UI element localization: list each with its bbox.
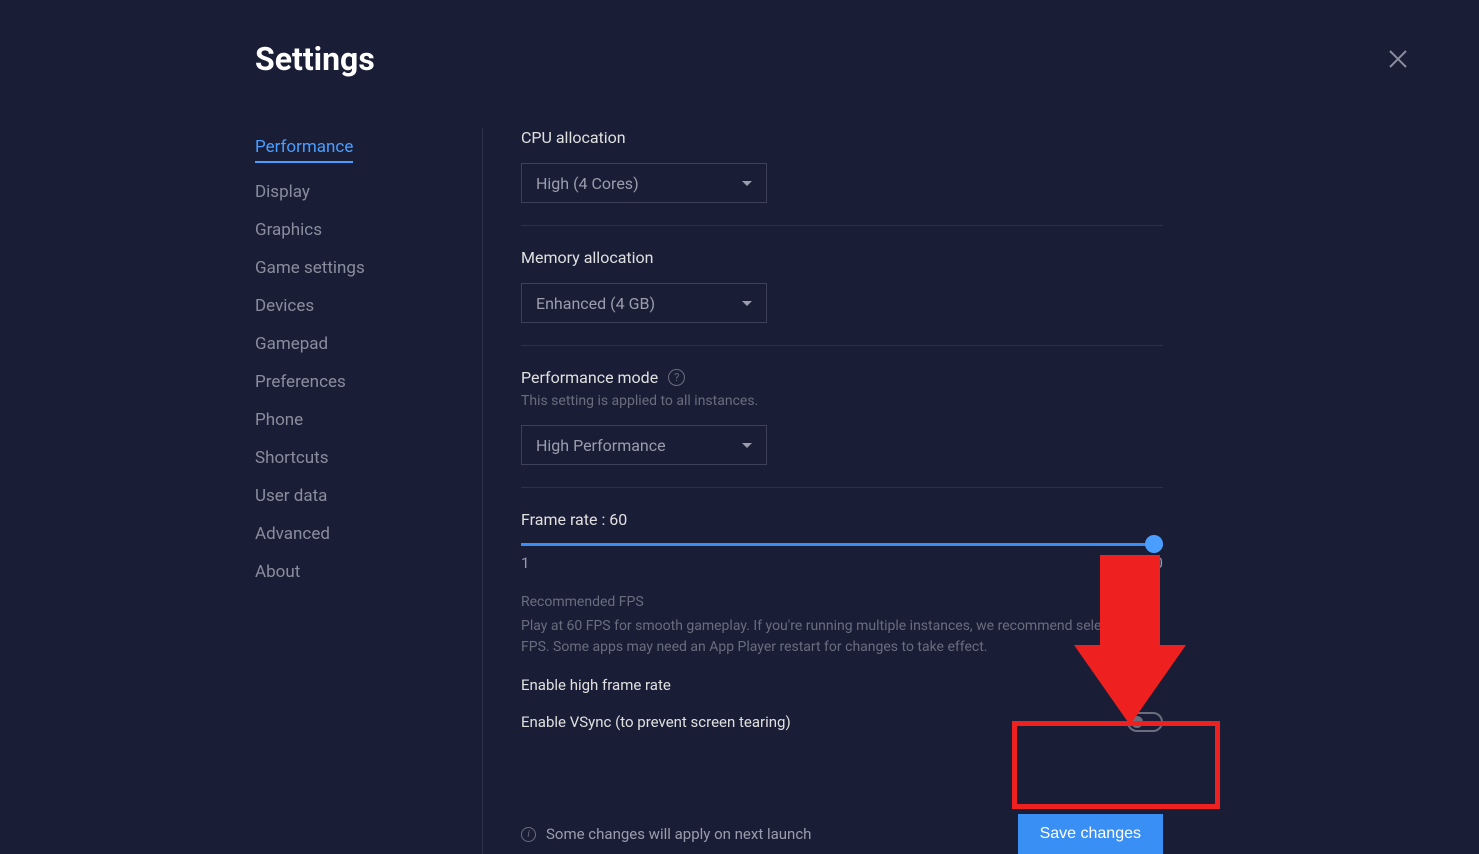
chevron-down-icon (742, 301, 752, 306)
performance-mode-value: High Performance (536, 436, 666, 455)
info-icon: i (521, 827, 536, 842)
sidebar-item-about[interactable]: About (255, 553, 452, 591)
main-content: CPU allocation High (4 Cores) Memory all… (483, 128, 1163, 854)
slider-min: 1 (521, 554, 529, 572)
slider-max: 60 (1146, 554, 1163, 572)
page-title: Settings (255, 40, 1224, 78)
cpu-allocation-label: CPU allocation (521, 128, 1163, 147)
sidebar-item-display[interactable]: Display (255, 173, 452, 211)
sidebar-item-shortcuts[interactable]: Shortcuts (255, 439, 452, 477)
chevron-down-icon (742, 443, 752, 448)
sidebar-item-preferences[interactable]: Preferences (255, 363, 452, 401)
performance-mode-label: Performance mode (521, 368, 658, 387)
sidebar-item-phone[interactable]: Phone (255, 401, 452, 439)
cpu-allocation-value: High (4 Cores) (536, 174, 639, 193)
help-icon[interactable]: ? (668, 369, 685, 386)
vsync-label: Enable VSync (to prevent screen tearing) (521, 713, 791, 731)
sidebar-item-performance[interactable]: Performance (255, 128, 353, 163)
cpu-allocation-dropdown[interactable]: High (4 Cores) (521, 163, 767, 203)
memory-allocation-value: Enhanced (4 GB) (536, 294, 655, 313)
footer-note-text: Some changes will apply on next launch (546, 825, 811, 843)
close-button[interactable] (1387, 48, 1409, 75)
frame-rate-slider[interactable] (521, 543, 1163, 546)
slider-thumb[interactable] (1145, 535, 1163, 553)
performance-mode-sublabel: This setting is applied to all instances… (521, 393, 1163, 409)
sidebar-item-devices[interactable]: Devices (255, 287, 452, 325)
sidebar-item-gamepad[interactable]: Gamepad (255, 325, 452, 363)
sidebar-item-advanced[interactable]: Advanced (255, 515, 452, 553)
sidebar: Performance Display Graphics Game settin… (255, 128, 483, 854)
high-frame-rate-label: Enable high frame rate (521, 676, 671, 694)
sidebar-item-game-settings[interactable]: Game settings (255, 249, 452, 287)
sidebar-item-graphics[interactable]: Graphics (255, 211, 452, 249)
frame-rate-label: Frame rate : 60 (521, 510, 1163, 529)
sidebar-item-user-data[interactable]: User data (255, 477, 452, 515)
memory-allocation-label: Memory allocation (521, 248, 1163, 267)
vsync-toggle[interactable] (1127, 712, 1163, 732)
close-icon (1387, 48, 1409, 70)
memory-allocation-dropdown[interactable]: Enhanced (4 GB) (521, 283, 767, 323)
recommended-fps-title: Recommended FPS (521, 594, 1163, 610)
performance-mode-dropdown[interactable]: High Performance (521, 425, 767, 465)
recommended-fps-desc: Play at 60 FPS for smooth gameplay. If y… (521, 616, 1163, 658)
chevron-down-icon (742, 181, 752, 186)
save-changes-button[interactable]: Save changes (1018, 814, 1163, 854)
